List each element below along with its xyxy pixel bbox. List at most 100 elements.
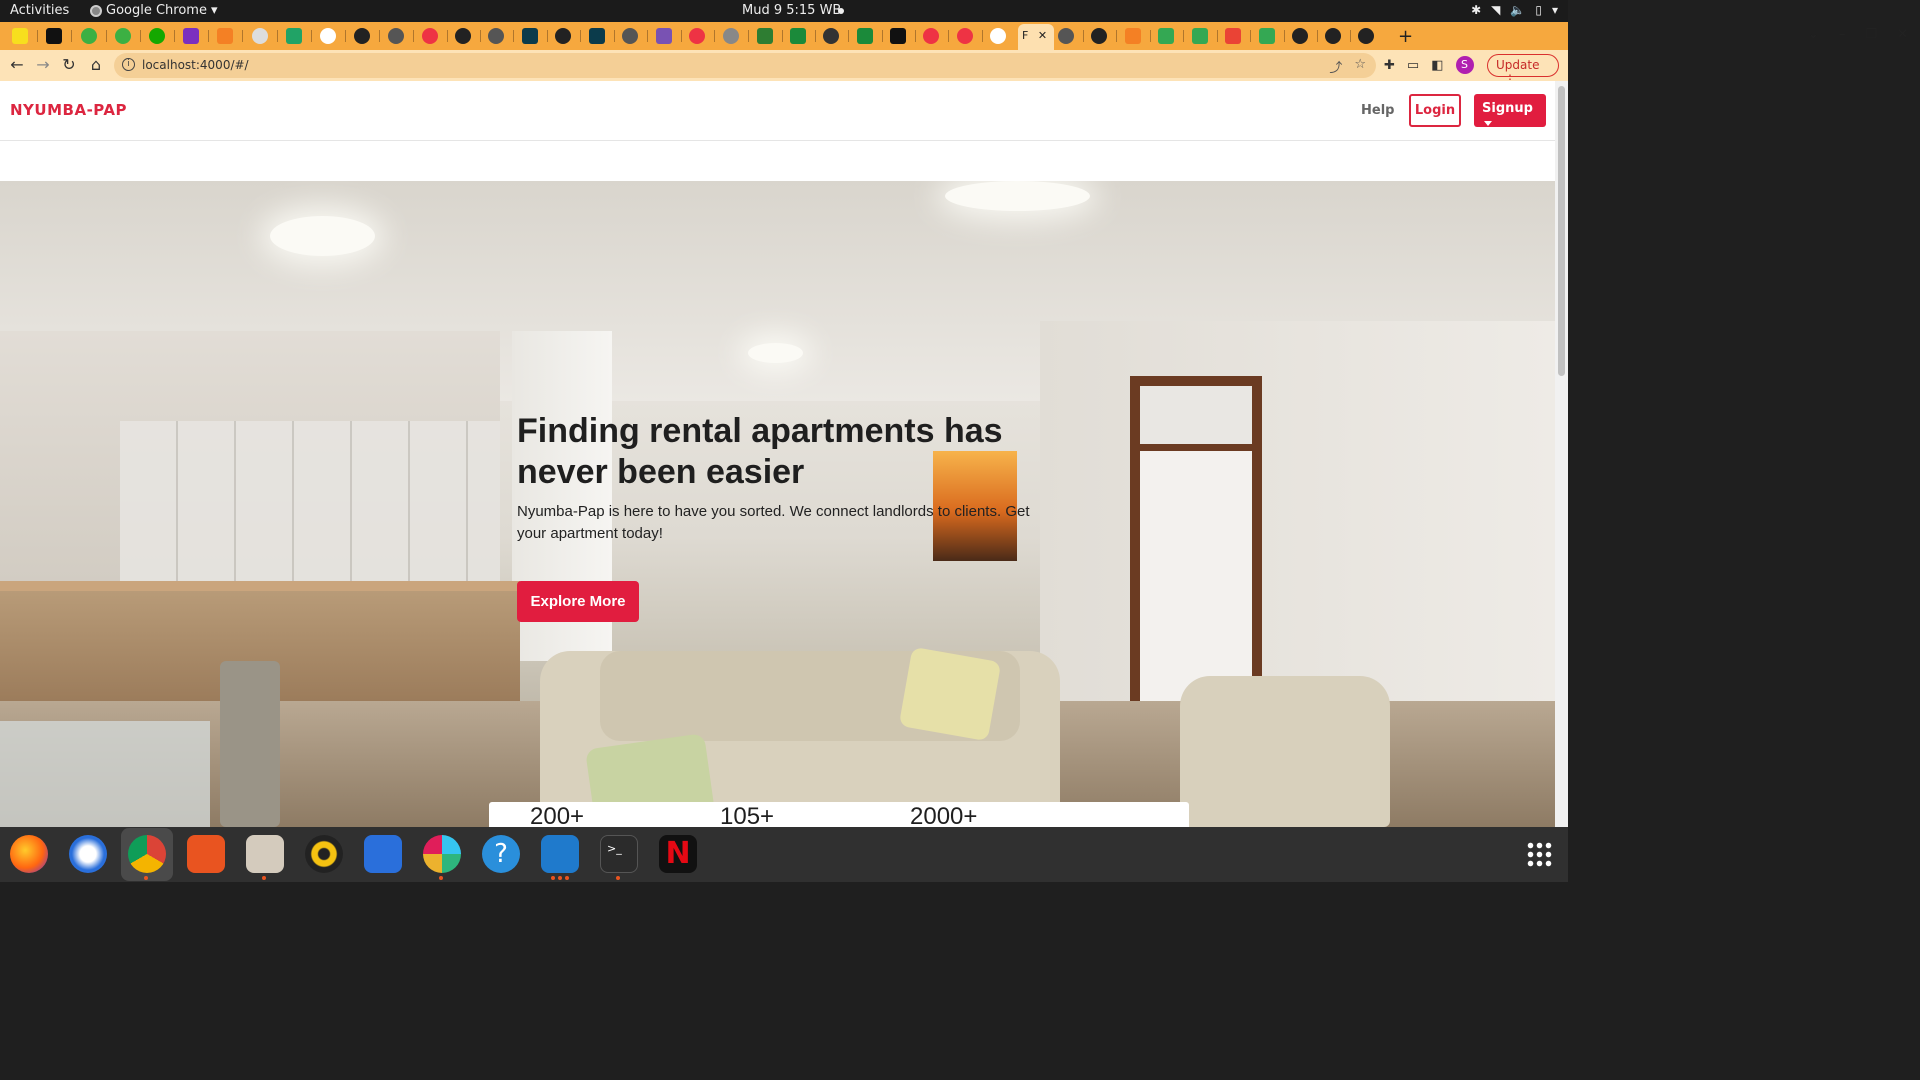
- github-icon[interactable]: [1325, 28, 1351, 44]
- running-indicator: [439, 876, 443, 880]
- tab-favicon[interactable]: [1058, 28, 1084, 44]
- tab-favicon[interactable]: [1158, 28, 1184, 44]
- github-icon[interactable]: [1091, 28, 1117, 44]
- address-bar[interactable]: i localhost:4000/#/ ⤴ ☆: [114, 53, 1376, 78]
- tab-favicon[interactable]: [217, 28, 243, 44]
- hero-image-door: [1140, 451, 1252, 706]
- tab-favicon[interactable]: [622, 28, 648, 44]
- github-icon[interactable]: [354, 28, 380, 44]
- url-text[interactable]: localhost:4000/#/: [142, 58, 249, 72]
- help-icon[interactable]: ?: [482, 835, 520, 873]
- tab-favicon[interactable]: [522, 28, 548, 44]
- back-icon[interactable]: ←: [8, 56, 26, 74]
- tab-favicon[interactable]: [286, 28, 312, 44]
- tab-favicon[interactable]: [149, 28, 175, 44]
- tab-favicon[interactable]: [422, 28, 448, 44]
- show-applications-icon[interactable]: [1526, 841, 1552, 867]
- gmail-icon[interactable]: [1225, 28, 1251, 44]
- home-icon[interactable]: ⌂: [87, 56, 105, 74]
- site-brand[interactable]: NYUMBA-PAP: [10, 101, 127, 119]
- writer-icon[interactable]: [364, 835, 402, 873]
- active-tab-title: F: [1022, 29, 1029, 42]
- github-icon[interactable]: [1358, 28, 1374, 44]
- hero-text: Finding rental apartments has never been…: [517, 411, 1037, 545]
- slack-icon[interactable]: [423, 835, 461, 873]
- running-indicator: [262, 876, 266, 880]
- tab-favicon[interactable]: [81, 28, 107, 44]
- scrollbar-thumb[interactable]: [1558, 86, 1565, 376]
- explore-more-button[interactable]: Explore More: [517, 581, 639, 622]
- chrome-icon[interactable]: [128, 835, 166, 873]
- tab-favicon[interactable]: [1259, 28, 1285, 44]
- share-icon[interactable]: ⤴: [1329, 57, 1342, 76]
- tab-favicon[interactable]: [1192, 28, 1218, 44]
- github-icon[interactable]: [1292, 28, 1318, 44]
- tab-favicon[interactable]: [990, 28, 1006, 44]
- active-tab[interactable]: F ✕: [1018, 24, 1054, 50]
- new-tab-button[interactable]: +: [1398, 26, 1413, 47]
- help-link[interactable]: Help: [1361, 103, 1394, 118]
- firefox-icon[interactable]: [10, 835, 48, 873]
- notification-dot: [838, 8, 844, 14]
- system-tray[interactable]: ✱ ◥ 🔈 ▯ ▾: [1471, 3, 1558, 17]
- activities-button[interactable]: Activities: [10, 3, 69, 18]
- login-button[interactable]: Login: [1409, 94, 1461, 127]
- wifi-icon: ◥: [1491, 3, 1501, 17]
- github-icon[interactable]: [455, 28, 481, 44]
- signup-label: Signup: [1482, 101, 1533, 116]
- tab-favicon[interactable]: [823, 28, 849, 44]
- terminal-icon[interactable]: >_: [600, 835, 638, 873]
- profile-avatar[interactable]: S: [1455, 56, 1474, 74]
- clock[interactable]: Mud 9 5:15 WB: [742, 3, 841, 18]
- caret-down-icon: [1484, 121, 1492, 126]
- restore-icon[interactable]: ❐: [1865, 27, 1877, 42]
- running-indicator: [565, 876, 569, 880]
- ceiling-light: [748, 343, 803, 363]
- close-tab-icon[interactable]: ✕: [1038, 29, 1047, 42]
- signup-dropdown-button[interactable]: Signup: [1474, 94, 1546, 127]
- extensions-icon[interactable]: ✚: [1384, 58, 1395, 73]
- tab-favicon[interactable]: [957, 28, 983, 44]
- rhythmbox-icon[interactable]: [305, 835, 343, 873]
- bookmark-star-icon[interactable]: ☆: [1354, 57, 1366, 76]
- tab-favicon[interactable]: [488, 28, 514, 44]
- tab-favicon[interactable]: [388, 28, 414, 44]
- slack-tray-icon[interactable]: ✱: [1471, 3, 1481, 17]
- netflix-icon[interactable]: N: [659, 835, 697, 873]
- tab-favicon[interactable]: [923, 28, 949, 44]
- reload-icon[interactable]: ↻: [60, 56, 78, 74]
- forward-icon[interactable]: →: [34, 56, 52, 74]
- tab-favicon[interactable]: [589, 28, 615, 44]
- tab-search-icon[interactable]: ⌄: [1808, 27, 1819, 42]
- hero-image-chair: [220, 661, 280, 827]
- tab-favicon[interactable]: [689, 28, 715, 44]
- tab-favicon[interactable]: [790, 28, 816, 44]
- app-name: Google Chrome: [106, 3, 207, 18]
- side-panel-icon[interactable]: ◧: [1431, 58, 1443, 73]
- tab-favicon[interactable]: [757, 28, 783, 44]
- page-scrollbar[interactable]: [1555, 81, 1568, 827]
- tab-favicon[interactable]: [320, 28, 346, 44]
- app-menu[interactable]: Google Chrome ▾: [90, 3, 218, 18]
- tab-favicon[interactable]: [252, 28, 278, 44]
- tab-favicon[interactable]: [1125, 28, 1151, 44]
- site-info-icon[interactable]: i: [122, 58, 135, 71]
- tab-favicon[interactable]: [46, 28, 72, 44]
- tab-favicon[interactable]: [857, 28, 883, 44]
- minimize-icon[interactable]: –: [1839, 27, 1846, 42]
- tab-favicon[interactable]: [723, 28, 749, 44]
- tab-favicon[interactable]: [656, 28, 682, 44]
- cast-icon[interactable]: ▭: [1407, 58, 1419, 73]
- files-icon[interactable]: [246, 835, 284, 873]
- running-indicator: [558, 876, 562, 880]
- tab-favicon[interactable]: [12, 28, 38, 44]
- thunderbird-icon[interactable]: [69, 835, 107, 873]
- tab-favicon[interactable]: [890, 28, 916, 44]
- close-window-icon[interactable]: ✕: [1897, 27, 1908, 42]
- github-icon[interactable]: [555, 28, 581, 44]
- tab-favicon[interactable]: [115, 28, 141, 44]
- tab-favicon[interactable]: [183, 28, 209, 44]
- vscode-icon[interactable]: [541, 835, 579, 873]
- update-button[interactable]: Update ⋮: [1487, 54, 1559, 86]
- software-center-icon[interactable]: [187, 835, 225, 873]
